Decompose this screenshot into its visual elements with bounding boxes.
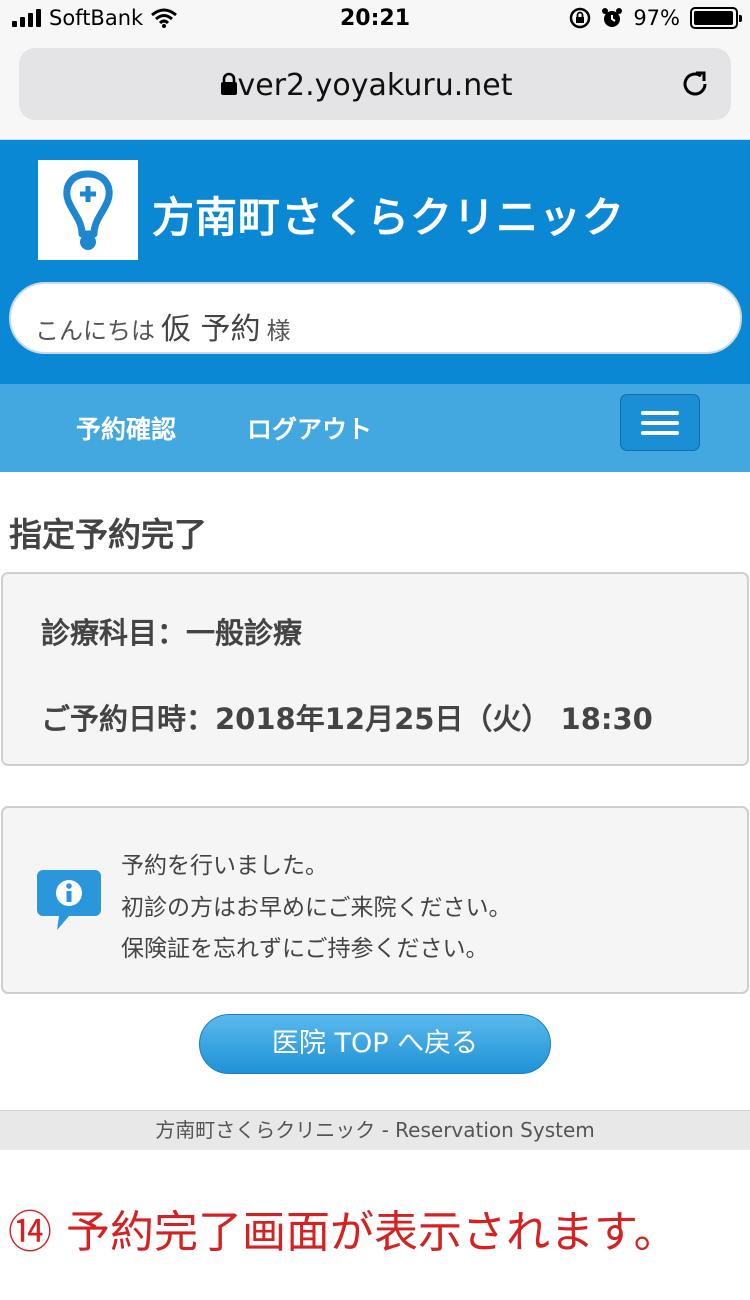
menu-toggle-button[interactable] bbox=[620, 394, 700, 451]
message-line: 初診の方はお早めにご来院ください。 bbox=[121, 895, 512, 921]
address-bar[interactable]: ver2.yoyakuru.net bbox=[19, 48, 731, 120]
datetime-text: ご予約日時：2018年12月25日（火） 18:30 bbox=[41, 702, 653, 736]
menu-icon bbox=[641, 431, 679, 435]
greeting-box: こんにちは仮 予約様 bbox=[9, 282, 742, 354]
nav-item-logout[interactable]: ログアウト bbox=[247, 410, 372, 446]
rotation-lock-icon bbox=[570, 7, 591, 29]
reservation-details-card: 診療科目：一般診療 ご予約日時：2018年12月25日（火） 18:30 bbox=[1, 572, 749, 766]
url-text: ver2.yoyakuru.net bbox=[237, 68, 513, 103]
department-text: 診療科目：一般診療 bbox=[41, 616, 303, 650]
greeting-suffix: 様 bbox=[266, 317, 291, 345]
clinic-name: 方南町さくらクリニック bbox=[152, 193, 626, 242]
battery-fill bbox=[694, 11, 733, 25]
message-line: 保険証を忘れずにご持参ください。 bbox=[121, 936, 489, 962]
status-right: 97% bbox=[569, 6, 742, 30]
clinic-logo[interactable] bbox=[38, 160, 138, 260]
instruction-caption: ⑭ 予約完了画面が表示されます。 bbox=[8, 1207, 678, 1258]
nav-bar: 予約確認 ログアウト bbox=[0, 384, 750, 472]
user-name: 仮 予約 bbox=[161, 312, 261, 347]
alarm-icon bbox=[602, 8, 623, 27]
battery-icon bbox=[690, 7, 742, 29]
battery-percent: 97% bbox=[633, 6, 680, 30]
info-icon bbox=[37, 870, 101, 930]
site-header: 方南町さくらクリニック こんにちは仮 予約様 bbox=[0, 140, 750, 384]
status-bar: SoftBank 20:21 97% bbox=[0, 0, 750, 40]
greeting-text: こんにちは仮 予約様 bbox=[35, 304, 291, 348]
message-line: 予約を行いました。 bbox=[121, 853, 328, 879]
reload-icon[interactable] bbox=[677, 66, 713, 102]
lightbulb-icon bbox=[63, 170, 113, 250]
menu-icon bbox=[641, 421, 679, 425]
page-title: 指定予約完了 bbox=[9, 515, 207, 554]
back-to-top-button[interactable]: 医院 TOP へ戻る bbox=[199, 1014, 551, 1074]
greeting-prefix: こんにちは bbox=[35, 317, 155, 345]
browser-toolbar: ver2.yoyakuru.net bbox=[0, 40, 750, 140]
footer: 方南町さくらクリニック - Reservation System bbox=[0, 1110, 750, 1150]
nav-item-reservation-check[interactable]: 予約確認 bbox=[76, 410, 176, 446]
menu-icon bbox=[641, 411, 679, 415]
message-card: 予約を行いました。 初診の方はお早めにご来院ください。 保険証を忘れずにご持参く… bbox=[1, 806, 749, 994]
